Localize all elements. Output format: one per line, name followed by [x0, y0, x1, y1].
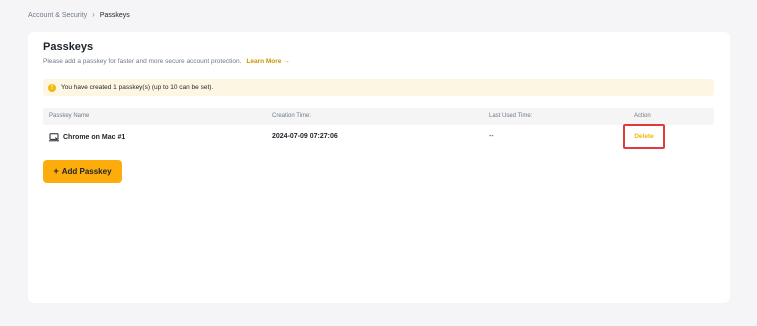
description-text: Please add a passkey for faster and more… [43, 58, 242, 65]
breadcrumb-account-security[interactable]: Account & Security [28, 12, 87, 19]
plus-icon[interactable]: + [53, 167, 58, 176]
header-action: Action [634, 113, 651, 119]
add-passkey-label[interactable]: Add Passkey [62, 167, 112, 176]
arrow-right-icon[interactable]: → [283, 58, 290, 65]
breadcrumb-current: Passkeys [99, 11, 130, 19]
table-row: Chrome on Mac #1 2024-07-09 07:27:06 -- … [43, 124, 714, 150]
last-used-time-cell: -- [489, 133, 494, 140]
delete-button[interactable]: Delete [634, 133, 654, 140]
learn-more-link[interactable]: Learn More → [246, 58, 289, 65]
add-passkey-button[interactable]: + Add Passkey [43, 160, 122, 183]
notice-text: You have created 1 passkey(s) (up to 10 … [61, 84, 214, 91]
header-creation-time: Creation Time: [272, 113, 312, 119]
header-passkey-name: Passkey Name [49, 113, 90, 119]
table-header: Passkey Name Creation Time: Last Used Ti… [43, 108, 714, 125]
passkeys-card: Passkeys Please add a passkey for faster… [28, 32, 730, 303]
delete-highlight-box: Delete [623, 124, 665, 149]
passkey-limit-notice: ! You have created 1 passkey(s) (up to 1… [43, 79, 714, 96]
chevron-right-icon: › [92, 10, 95, 19]
header-last-used-time: Last Used Time: [489, 113, 533, 119]
creation-time-cell: 2024-07-09 07:27:06 [272, 133, 338, 140]
breadcrumb: Account & Security › Passkeys [28, 11, 130, 19]
page-description: Please add a passkey for faster and more… [43, 58, 290, 65]
warning-icon: ! [48, 83, 56, 92]
learn-more-label[interactable]: Learn More [246, 58, 281, 65]
laptop-icon [49, 133, 59, 142]
passkey-name: Chrome on Mac #1 [63, 134, 126, 141]
passkey-name-cell: Chrome on Mac #1 [49, 133, 125, 142]
page-title: Passkeys [43, 41, 94, 53]
